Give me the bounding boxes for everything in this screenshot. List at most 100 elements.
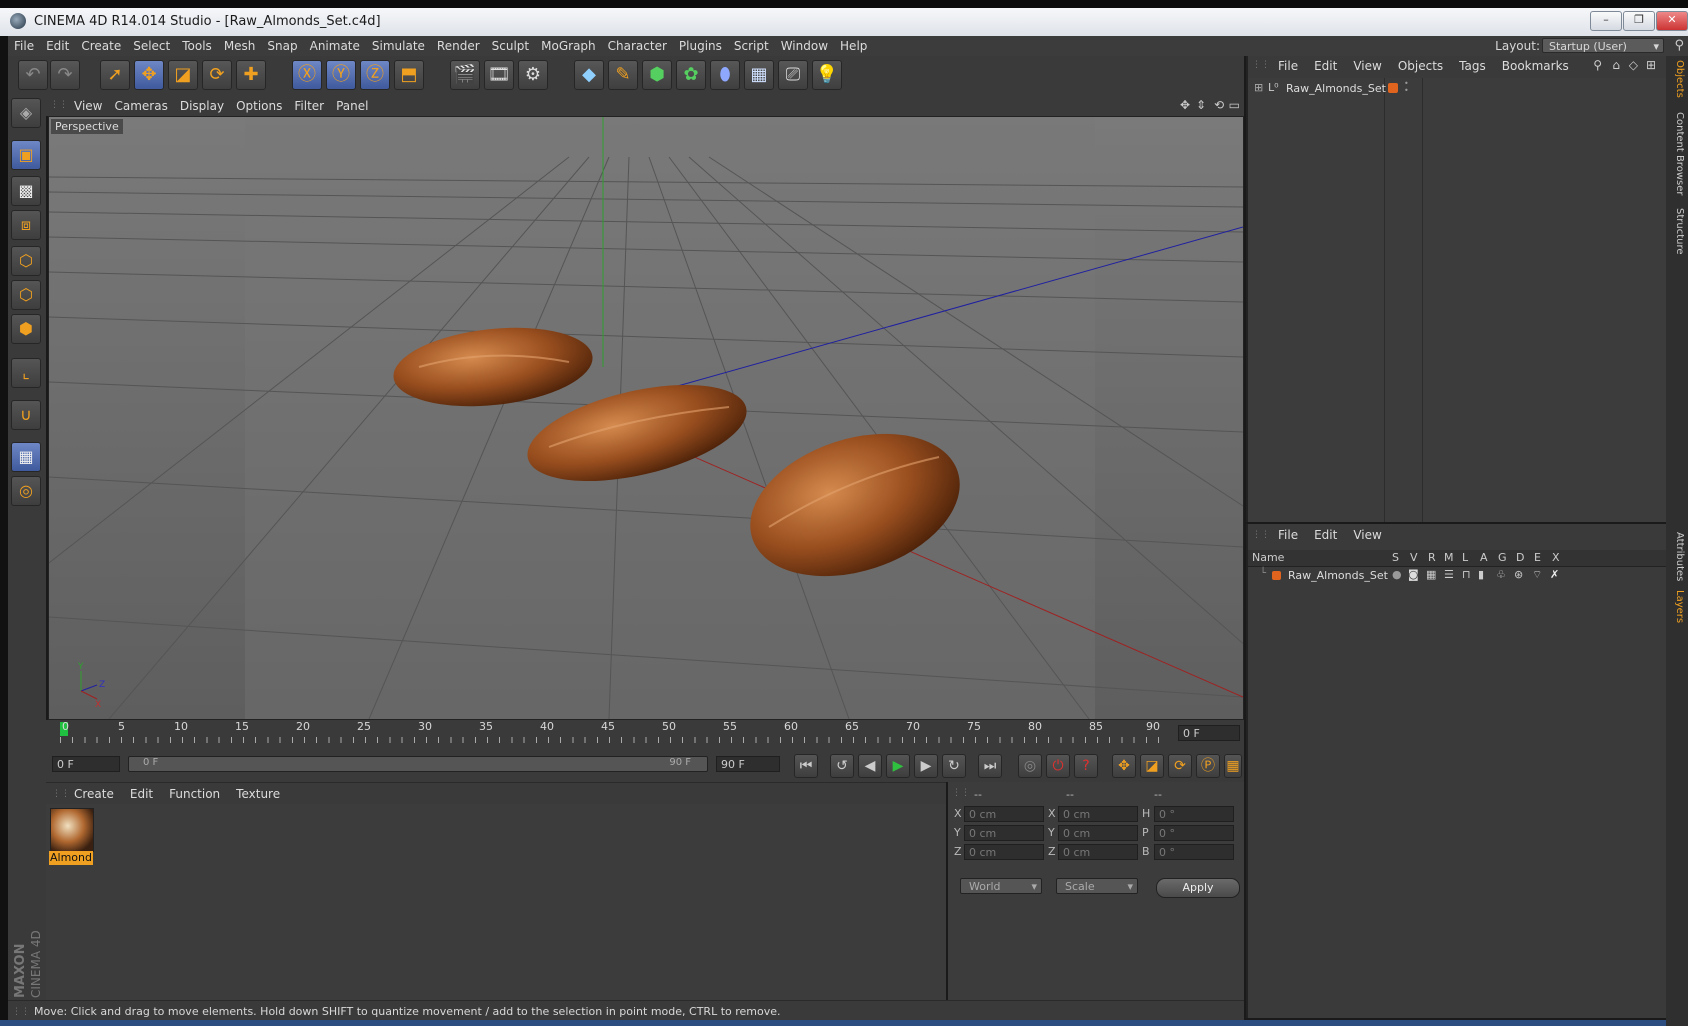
- layer-color-swatch[interactable]: [1388, 83, 1398, 93]
- coordinate-system-icon[interactable]: ⬒: [394, 60, 424, 90]
- column-generators[interactable]: G: [1498, 551, 1507, 564]
- fold-icon[interactable]: ◇: [1629, 58, 1638, 72]
- coordinate-mode-dropdown[interactable]: World ▾: [960, 878, 1042, 894]
- material-menu-edit[interactable]: Edit: [122, 783, 161, 805]
- minimize-button[interactable]: –: [1590, 11, 1622, 31]
- recent-tool-icon[interactable]: ✚: [236, 60, 266, 90]
- close-button[interactable]: ✕: [1656, 11, 1688, 31]
- subdivision-surface-icon[interactable]: ⬢: [642, 60, 672, 90]
- menu-edit[interactable]: Edit: [40, 36, 75, 56]
- move-tool-icon[interactable]: ✥: [134, 60, 164, 90]
- polygons-mode-icon[interactable]: ⬢: [11, 314, 41, 344]
- rot-h-field[interactable]: 0 °: [1154, 806, 1234, 822]
- min-frame-field[interactable]: 0 F: [52, 756, 120, 772]
- record-keys-icon[interactable]: ◎: [1018, 754, 1042, 778]
- size-z-field[interactable]: 0 cm: [1058, 844, 1138, 860]
- generators-toggle-icon[interactable]: ♧: [1496, 568, 1506, 581]
- column-xref[interactable]: X: [1552, 551, 1560, 564]
- render-view-icon[interactable]: 🎬: [450, 60, 480, 90]
- deformer-icon[interactable]: ⬮: [710, 60, 740, 90]
- menu-snap[interactable]: Snap: [261, 36, 303, 56]
- column-view[interactable]: V: [1410, 551, 1418, 564]
- viewport-menu-options[interactable]: Options: [230, 96, 288, 116]
- play-icon[interactable]: ▶: [886, 754, 910, 778]
- viewport-menu-view[interactable]: View: [68, 96, 108, 116]
- render-toggle-icon[interactable]: ▦: [1426, 568, 1436, 581]
- objects-menu-bookmarks[interactable]: Bookmarks: [1494, 56, 1577, 76]
- dolly-view-icon[interactable]: ⇕: [1196, 98, 1206, 112]
- floor-icon[interactable]: ▦: [744, 60, 774, 90]
- object-name[interactable]: Raw_Almonds_Set: [1286, 82, 1386, 95]
- menu-plugins[interactable]: Plugins: [673, 36, 728, 56]
- viewport-menu-display[interactable]: Display: [174, 96, 230, 116]
- go-to-start-icon[interactable]: ⏮: [794, 754, 818, 778]
- panel-grip-icon[interactable]: ⋮⋮: [1252, 530, 1270, 540]
- column-solo[interactable]: S: [1392, 551, 1399, 564]
- menu-help[interactable]: Help: [834, 36, 873, 56]
- panel-grip-icon[interactable]: ⋮⋮: [50, 100, 68, 112]
- size-x-field[interactable]: 0 cm: [1058, 806, 1138, 822]
- timeline-ruler[interactable]: 0 5 10 15 20 25 30 35 40 45 50 55 60 65 …: [46, 720, 1244, 748]
- manager-toggle-icon[interactable]: ☰: [1444, 568, 1454, 581]
- material-menu-create[interactable]: Create: [66, 783, 122, 805]
- material-menu-function[interactable]: Function: [161, 783, 228, 805]
- almond-material-preview[interactable]: [50, 808, 94, 852]
- menu-character[interactable]: Character: [602, 36, 673, 56]
- menu-create[interactable]: Create: [75, 36, 127, 56]
- tab-objects[interactable]: Objects: [1669, 60, 1685, 98]
- visibility-dots-icon[interactable]: • •: [1404, 80, 1409, 95]
- redo-icon[interactable]: ↷: [50, 60, 80, 90]
- snap-magnet-icon[interactable]: ∪: [11, 400, 41, 430]
- viewport-menu-filter[interactable]: Filter: [288, 96, 330, 116]
- menu-window[interactable]: Window: [775, 36, 834, 56]
- objects-menu-view[interactable]: View: [1345, 56, 1389, 76]
- material-menu-texture[interactable]: Texture: [228, 783, 288, 805]
- key-scale-icon[interactable]: ◪: [1140, 754, 1164, 778]
- lock-toggle-icon[interactable]: ⊓: [1462, 568, 1471, 581]
- layers-menu-edit[interactable]: Edit: [1306, 524, 1345, 546]
- menu-simulate[interactable]: Simulate: [366, 36, 431, 56]
- key-rotation-icon[interactable]: ⟳: [1168, 754, 1192, 778]
- object-row[interactable]: ⊞ L⁰ Raw_Almonds_Set • •: [1248, 80, 1648, 98]
- menu-render[interactable]: Render: [431, 36, 486, 56]
- edges-mode-icon[interactable]: ⬡: [11, 280, 41, 310]
- current-frame-field[interactable]: 0 F: [1178, 725, 1240, 741]
- menu-file[interactable]: File: [8, 36, 40, 56]
- tab-structure[interactable]: Structure: [1669, 208, 1685, 255]
- keyframe-selection-icon[interactable]: ?: [1074, 754, 1098, 778]
- y-axis-lock-icon[interactable]: Ⓨ: [326, 60, 356, 90]
- menu-sculpt[interactable]: Sculpt: [486, 36, 535, 56]
- expressions-toggle-icon[interactable]: ⌔: [1532, 568, 1542, 582]
- render-picture-viewer-icon[interactable]: 🎞: [484, 60, 514, 90]
- column-render[interactable]: R: [1428, 551, 1436, 564]
- tab-content-browser[interactable]: Content Browser: [1669, 112, 1685, 195]
- layers-menu-file[interactable]: File: [1270, 524, 1306, 546]
- size-mode-dropdown[interactable]: Scale ▾: [1056, 878, 1138, 894]
- previous-key-icon[interactable]: ↺: [830, 754, 854, 778]
- perspective-viewport[interactable]: Y Z X Perspective: [48, 116, 1244, 720]
- panel-grip-icon[interactable]: ⋮⋮: [1252, 60, 1270, 70]
- points-mode-icon[interactable]: ⬡: [11, 246, 41, 276]
- live-selection-icon[interactable]: ➚: [100, 60, 130, 90]
- animation-toggle-icon[interactable]: ▮: [1478, 568, 1484, 581]
- column-animation[interactable]: A: [1480, 551, 1488, 564]
- cube-object-icon[interactable]: ◆: [574, 60, 604, 90]
- solo-toggle-icon[interactable]: ●: [1392, 568, 1402, 581]
- objects-menu-objects[interactable]: Objects: [1390, 56, 1451, 76]
- make-editable-icon[interactable]: ◈: [11, 98, 41, 128]
- camera-icon[interactable]: ⎚: [778, 60, 808, 90]
- viewport-menu-panel[interactable]: Panel: [330, 96, 374, 116]
- array-icon[interactable]: ✿: [676, 60, 706, 90]
- layer-color-swatch[interactable]: [1272, 571, 1281, 580]
- layer-row[interactable]: └ Raw_Almonds_Set ● ◙ ▦ ☰ ⊓ ▮ ♧ ⊛ ⌔ ✗: [1248, 568, 1668, 584]
- undo-icon[interactable]: ↶: [18, 60, 48, 90]
- viewport-menu-cameras[interactable]: Cameras: [108, 96, 173, 116]
- snap-settings-icon[interactable]: ◎: [11, 476, 41, 506]
- scale-tool-icon[interactable]: ◪: [168, 60, 198, 90]
- search-icon[interactable]: ⚲: [1593, 58, 1602, 72]
- go-to-end-icon[interactable]: ⏭: [978, 754, 1002, 778]
- pos-x-field[interactable]: 0 cm: [964, 806, 1044, 822]
- x-axis-lock-icon[interactable]: Ⓧ: [292, 60, 322, 90]
- xref-toggle-icon[interactable]: ✗: [1550, 568, 1559, 581]
- rotate-tool-icon[interactable]: ⟳: [202, 60, 232, 90]
